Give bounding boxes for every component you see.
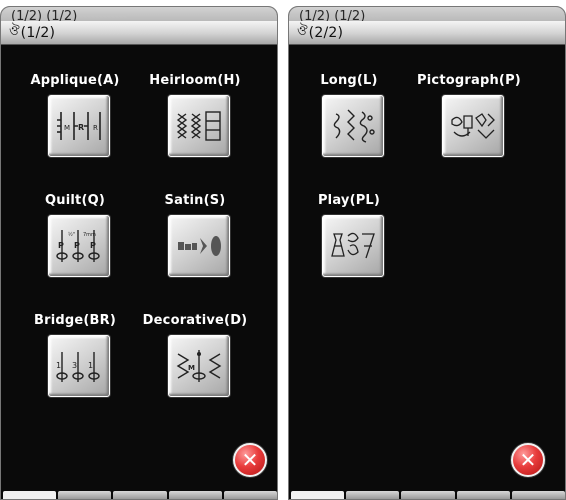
page-indicator: (2/2): [308, 24, 344, 41]
close-button[interactable]: ✕: [233, 443, 267, 477]
tab[interactable]: [58, 491, 112, 499]
category-label: Pictograph(P): [417, 73, 521, 88]
decorative-button[interactable]: M: [168, 335, 230, 397]
heirloom-stitch-icon: [176, 111, 221, 141]
applique-button[interactable]: M R R: [48, 95, 110, 157]
play-button[interactable]: [322, 215, 384, 277]
tab[interactable]: [346, 491, 400, 499]
play-stitch-icon: [331, 232, 375, 259]
pictograph-button[interactable]: [442, 95, 504, 157]
svg-text:½": ½": [68, 231, 75, 238]
page-indicator: (1/2): [20, 24, 56, 41]
tab[interactable]: [456, 491, 510, 499]
tab[interactable]: [291, 491, 345, 499]
close-button[interactable]: ✕: [511, 443, 545, 477]
svg-text:M: M: [188, 364, 195, 372]
close-icon: ✕: [519, 448, 537, 472]
category-long: Long(L): [289, 73, 409, 203]
category-label: Decorative(D): [142, 313, 248, 328]
tab[interactable]: [113, 491, 167, 499]
tab[interactable]: [223, 491, 277, 499]
bridge-stitch-icon: 1 3 1: [56, 352, 100, 382]
category-label: Bridge(BR): [33, 313, 116, 328]
title-bar: ঔ (1/2): [1, 21, 277, 45]
tab[interactable]: [168, 491, 222, 499]
category-label: Applique(A): [30, 73, 120, 88]
tab[interactable]: [3, 491, 57, 499]
category-label: Play(PL): [317, 193, 381, 208]
quilt-stitch-icon: P P P ½" 7mm: [56, 230, 100, 262]
satin-button[interactable]: [168, 215, 230, 277]
sewing-pattern-icon: ঔ: [297, 24, 308, 39]
category-satin: Satin(S): [135, 193, 255, 323]
pictograph-stitch-icon: [451, 113, 495, 139]
category-bridge: Bridge(BR) 1 3 1: [15, 313, 135, 443]
close-icon: ✕: [241, 448, 259, 472]
svg-text:7mm: 7mm: [83, 232, 96, 238]
long-stitch-icon: [333, 109, 375, 143]
long-button[interactable]: [322, 95, 384, 157]
stitch-category-screen-1: (1/2) (1/2) ঔ (1/2) Applique(A) M R R He…: [0, 6, 278, 500]
svg-text:3: 3: [72, 361, 77, 370]
category-applique: Applique(A) M R R: [15, 73, 135, 203]
heirloom-button[interactable]: [168, 95, 230, 157]
category-label: Long(L): [320, 73, 378, 88]
category-heirloom: Heirloom(H): [135, 73, 255, 203]
sewing-pattern-icon: ঔ: [9, 24, 20, 39]
applique-stitch-icon: M R R: [57, 112, 101, 140]
stitch-category-screen-2: (1/2) (1/2) ঔ (2/2) Long(L) Pictograph(P…: [288, 6, 566, 500]
tab[interactable]: [511, 491, 565, 499]
svg-text:M: M: [64, 124, 70, 132]
decorative-stitch-icon: M: [176, 350, 222, 382]
category-pictograph: Pictograph(P): [409, 73, 529, 203]
svg-text:R: R: [78, 123, 84, 132]
category-decorative: Decorative(D) M: [135, 313, 255, 443]
category-label: Heirloom(H): [149, 73, 241, 88]
tab[interactable]: [401, 491, 455, 499]
title-bar: ঔ (2/2): [289, 21, 565, 45]
category-label: Satin(S): [164, 193, 226, 208]
satin-stitch-icon: [178, 236, 221, 256]
svg-text:1: 1: [56, 361, 61, 370]
svg-text:P: P: [90, 241, 96, 250]
quilt-button[interactable]: P P P ½" 7mm: [48, 215, 110, 277]
svg-text:P: P: [74, 241, 80, 250]
svg-text:R: R: [93, 124, 98, 132]
tab-strip: [1, 491, 277, 499]
svg-text:P: P: [58, 241, 64, 250]
bridge-button[interactable]: 1 3 1: [48, 335, 110, 397]
svg-text:1: 1: [88, 361, 93, 370]
category-label: Quilt(Q): [45, 193, 105, 208]
category-quilt: Quilt(Q) P P P ½" 7mm: [15, 193, 135, 323]
tab-strip: [289, 491, 565, 499]
category-play: Play(PL): [289, 193, 409, 323]
